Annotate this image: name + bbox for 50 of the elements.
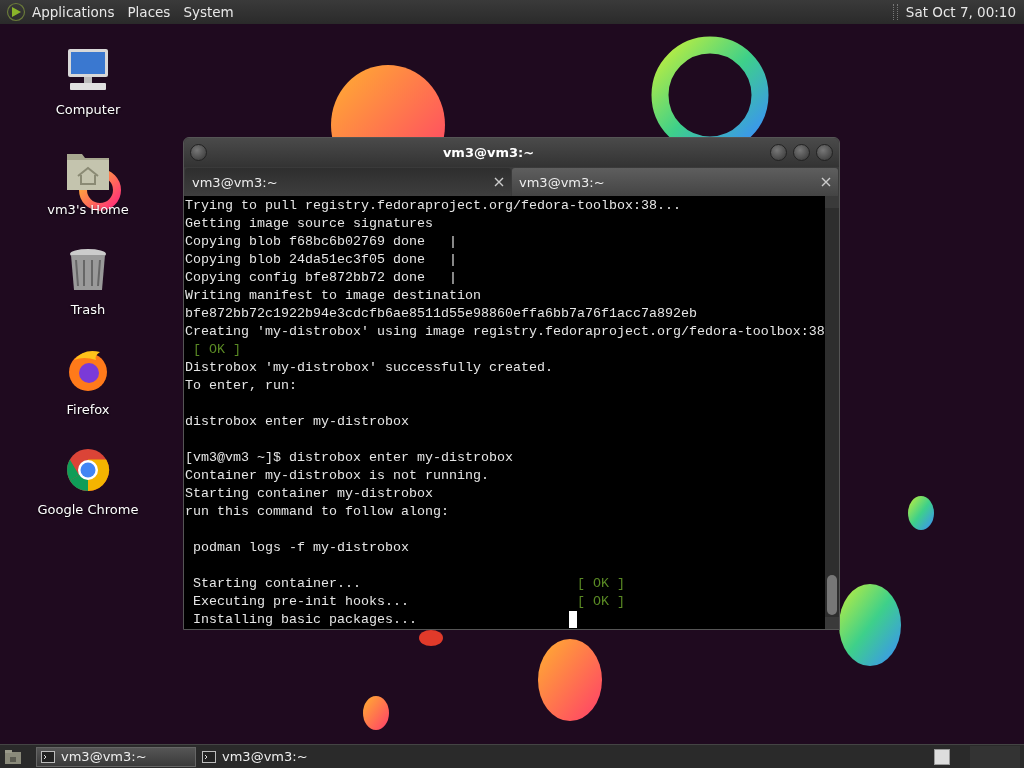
terminal-line: [vm3@vm3 ~]$ distrobox enter my-distrobox [185, 449, 513, 467]
icon-label[interactable]: Trash [70, 302, 106, 317]
close-icon[interactable] [821, 177, 831, 187]
terminal-line: Executing pre-init hooks... [192, 594, 409, 609]
taskbar-button[interactable]: vm3@vm3:~ [198, 746, 358, 767]
terminal-line: Copying blob f68bc6b02769 done | [185, 233, 457, 251]
scroll-thumb[interactable] [827, 575, 837, 615]
tab[interactable]: vm3@vm3:~ [185, 168, 511, 196]
terminal-icon [202, 750, 216, 763]
terminal-line: distrobox enter my-distrobox [185, 413, 409, 431]
terminal-line: podman logs -f my-distrobox [192, 539, 409, 557]
icon-label[interactable]: vm3's Home [47, 202, 129, 217]
maximize-button[interactable] [793, 144, 810, 161]
terminal-line: Container my-distrobox is not running. [185, 467, 489, 485]
terminal-line: Installing basic packages... [192, 612, 417, 627]
terminal-line: Creating 'my-distrobox' using image registry.fedoraproject.org/fedora-toolbox:38 [185, 323, 825, 341]
status-text: [ OK ] [192, 341, 241, 359]
close-icon[interactable] [494, 177, 504, 187]
scrollbar[interactable] [825, 196, 839, 629]
circle-browser-icon[interactable] [64, 446, 112, 494]
terminal-line: bfe872bb72c1922b94e3cdcfb6ae8511d55e98860effa6bb7a76f1acc7a892eb [185, 305, 697, 323]
terminal-line: To enter, run: [185, 377, 297, 395]
icon-label[interactable]: Google Chrome [37, 502, 139, 517]
menu-button[interactable]: Places [127, 2, 171, 22]
window-title: vm3@vm3:~ [441, 145, 536, 160]
terminal-line: Distrobox 'my-distrobox' successfully created. [185, 359, 553, 377]
terminal-line: Trying to pull registry.fedoraproject.org/fedora-toolbox:38... [185, 197, 681, 215]
terminal-line: run this command to follow along: [185, 503, 449, 521]
taskbar-button[interactable]: vm3@vm3:~ [36, 746, 196, 767]
show-desktop-icon[interactable] [4, 748, 22, 765]
clock[interactable]: Sat Oct 7, 00:10 [905, 4, 1016, 20]
menu-button[interactable]: System [183, 2, 234, 22]
status-text: [ OK ] [576, 593, 625, 611]
play-logo-icon[interactable] [6, 2, 26, 22]
terminal-line: Copying blob 24da51ec3f05 done | [185, 251, 457, 269]
menu-button[interactable]: Applications [32, 2, 115, 22]
minimize-button[interactable] [770, 144, 787, 161]
window-menu-button[interactable] [190, 144, 207, 161]
terminal-line: Writing manifest to image destination [185, 287, 481, 305]
icon-label[interactable]: Firefox [66, 402, 110, 417]
tab[interactable]: vm3@vm3:~ [512, 168, 838, 196]
panel-handle [892, 4, 898, 20]
terminal-icon [41, 750, 55, 763]
terminal-line: Starting container... [192, 576, 361, 591]
close-button[interactable] [816, 144, 833, 161]
icon-label[interactable]: Computer [55, 102, 121, 117]
terminal-line: Getting image source signatures [185, 215, 433, 233]
terminal-line: Starting container my-distrobox [185, 485, 433, 503]
terminal-line: Copying config bfe872bb72 done | [185, 269, 457, 287]
status-text: [ OK ] [576, 575, 625, 593]
